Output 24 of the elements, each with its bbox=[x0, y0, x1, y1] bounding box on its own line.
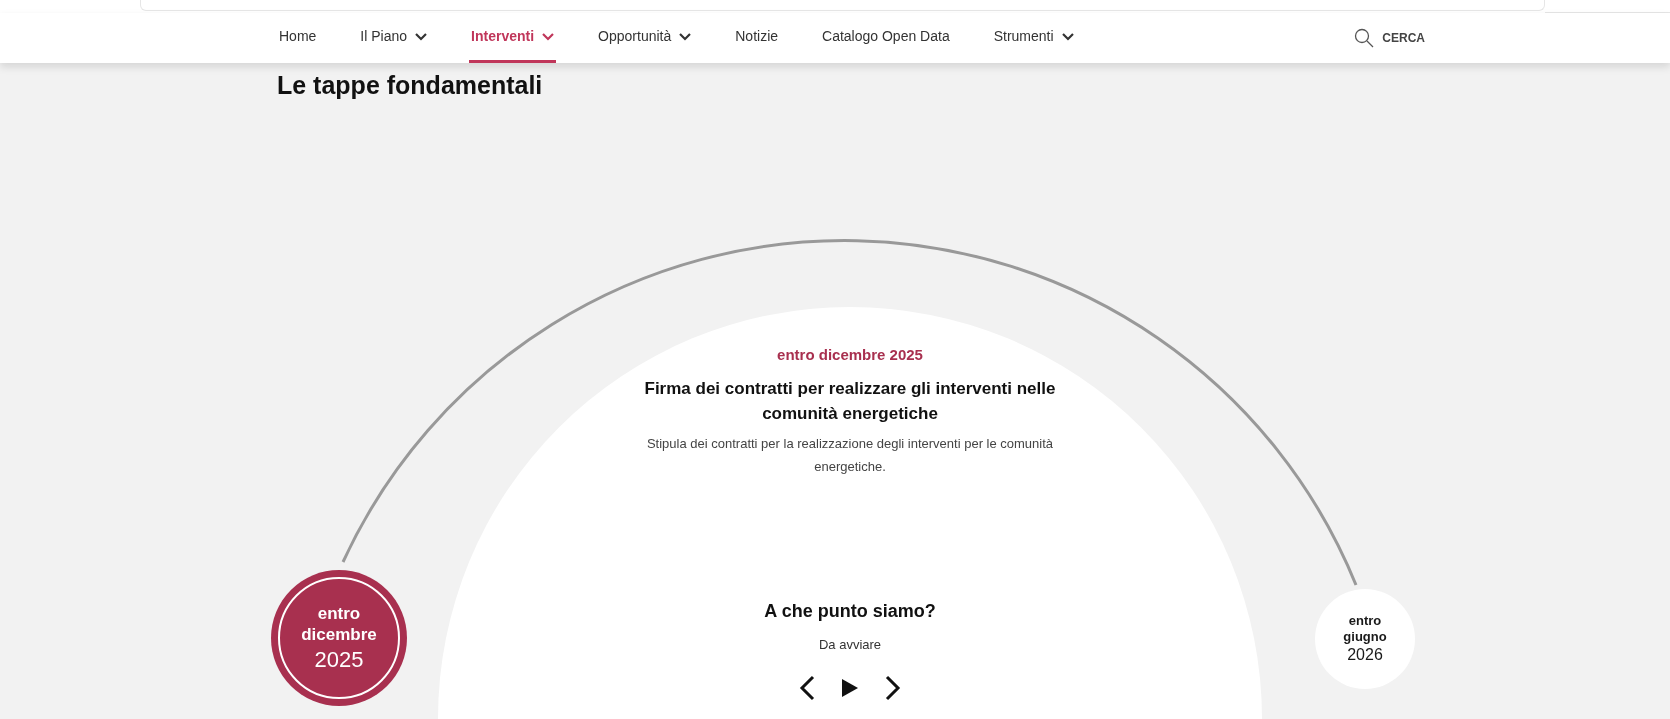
nav-link[interactable]: Notizie bbox=[733, 13, 781, 63]
nav-link[interactable]: Home bbox=[277, 13, 319, 63]
section-title: Le tappe fondamentali bbox=[277, 70, 543, 101]
milestone-date: entro dicembre 2025 bbox=[777, 345, 923, 365]
milestone-title: Firma dei contratti per realizzare gli interventi nelle comunità energetiche bbox=[643, 377, 1057, 425]
status-value: Da avviare bbox=[818, 636, 882, 654]
chevron-left-icon bbox=[799, 674, 815, 701]
milestone-year: 2025 bbox=[314, 645, 364, 673]
play-icon bbox=[841, 677, 859, 698]
nav-link[interactable]: Opportunità bbox=[596, 13, 694, 63]
nav-link[interactable]: Strumenti bbox=[991, 13, 1076, 63]
milestone-label: dicembre bbox=[301, 624, 377, 646]
milestone-description: Stipula dei contratti per la realizzazione degli interventi per le comunità energetiche. bbox=[645, 434, 1055, 476]
milestone-label: giugno bbox=[1343, 629, 1387, 646]
milestone-label: entro bbox=[1348, 612, 1382, 629]
milestone-year: 2026 bbox=[1347, 645, 1383, 666]
nav-link[interactable]: Interventi bbox=[469, 13, 557, 63]
nav-link[interactable]: Catalogo Open Data bbox=[820, 13, 952, 63]
status-heading: A che punto siamo? bbox=[764, 600, 936, 623]
chevron-right-icon bbox=[885, 674, 901, 701]
search-button[interactable]: CERCA bbox=[1354, 28, 1425, 48]
search-icon bbox=[1354, 28, 1375, 48]
milestone-label: entro bbox=[317, 603, 361, 625]
nav-link[interactable]: Il Piano bbox=[358, 13, 430, 63]
